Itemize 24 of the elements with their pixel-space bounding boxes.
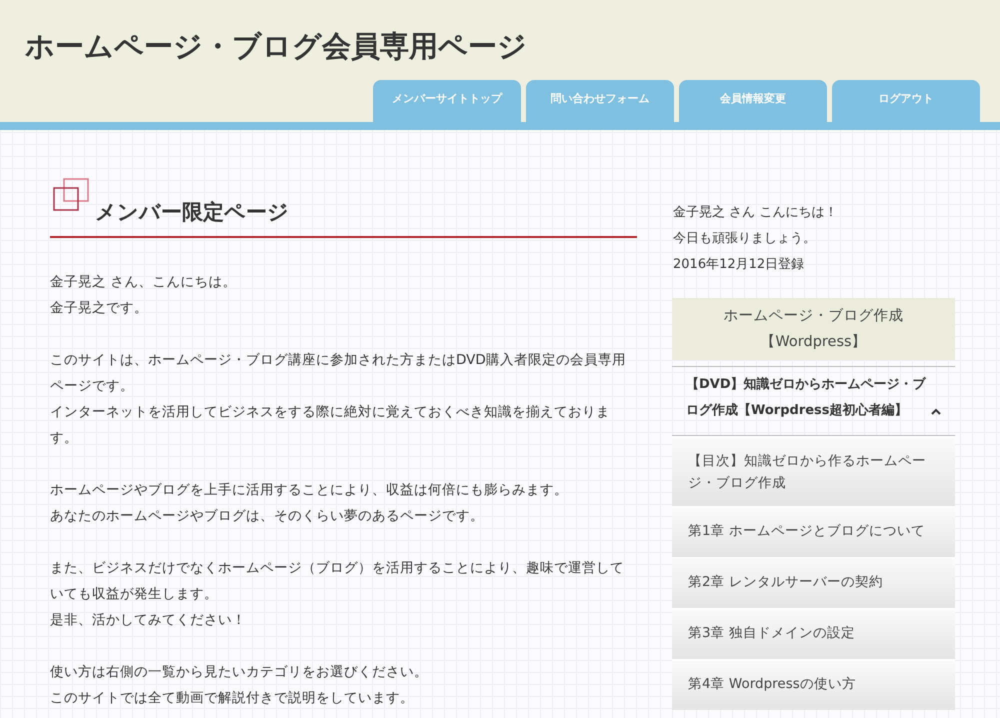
site-title: ホームページ・ブログ会員専用ページ [24,28,528,65]
chapter-link[interactable]: 第2章 レンタルサーバーの契約 [672,559,955,608]
chapter-link[interactable]: 第4章 Wordpressの使い方 [672,661,955,710]
body-text: 金子晃之 さん、こんにちは。 [50,273,238,292]
body-text: このサイトでは全て動画で解説付きで説明をしています。 [50,689,415,708]
category-heading: ホームページ・ブログ作成【Wordpress】 [672,298,955,360]
body-text: 是非、活かしてみてください！ [50,611,247,630]
body-text: 金子晃之です。 [50,299,149,318]
chapter-link[interactable]: 【目次】知識ゼロから作るホームページ・ブログ作成 [672,438,955,506]
body-text: ホームページやブログを上手に活用することにより、収益は何倍にも膨らみます。 [50,481,569,500]
chapter-link[interactable]: 第3章 独自ドメインの設定 [672,610,955,659]
body-text: 使い方は右側の一覧から見たいカテゴリをお選びください。 [50,663,429,682]
caret-up-icon [931,408,941,415]
greeting-text: 今日も頑張りましょう。 [673,230,817,248]
greeting-text: 2016年12月12日登録 [673,256,806,274]
chapter-link[interactable]: 第1章 ホームページとブログについて [672,508,955,557]
overlapping-squares-icon [52,178,90,214]
greeting-text: 金子晃之 さん こんにちは！ [673,204,838,222]
page-heading: メンバー限定ページ [95,199,289,226]
accordion-header[interactable]: 【DVD】知識ゼロからホームページ・ブログ作成【Worpdress超初心者編】 [672,367,955,429]
body-text: このサイトは、ホームページ・ブログ講座に参加された方またはDVD購入者限定の会員専用ページです。 [50,351,627,396]
body-text: あなたのホームページやブログは、そのくらい夢のあるページです。 [50,507,485,526]
body-text: インターネットを活用してビジネスをする際に絶対に覚えておくべき知識を揃えております。 [50,403,611,448]
body-text: また、ビジネスだけでなくホームページ（ブログ）を活用することにより、趣味で運営していても収益が発生します。 [50,559,625,604]
